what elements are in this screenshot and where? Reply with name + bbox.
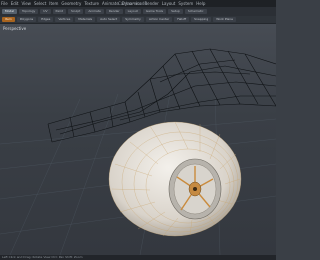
tool-auto-select-button[interactable]: Auto Select	[97, 17, 121, 22]
menu-item-system[interactable]: System	[178, 0, 193, 7]
tool-snapping-button[interactable]: Snapping	[191, 17, 212, 22]
tab-paint[interactable]: Paint	[52, 9, 66, 14]
3d-viewport[interactable]: Perspective	[0, 24, 276, 255]
tool-action-center-button[interactable]: Action Center	[145, 17, 173, 22]
tool-button-label: Materials	[78, 17, 93, 21]
tab-model[interactable]: Model	[2, 9, 18, 14]
menu-item-item[interactable]: Item	[49, 0, 58, 7]
wheel[interactable]	[108, 121, 242, 237]
tab-uv[interactable]: UV	[40, 9, 51, 14]
menu-item-select[interactable]: Select	[34, 0, 46, 7]
window-title: Car.lxo - modo	[118, 1, 147, 6]
menu-item-texture[interactable]: Texture	[84, 0, 99, 7]
tool-edges-button[interactable]: Edges	[38, 17, 54, 22]
status-bar: Left Click and Drag: Rotate View Ctrl: P…	[0, 255, 276, 260]
tab-topology[interactable]: Topology	[19, 9, 39, 14]
tool-bar: Item Polygons Edges Vertices Materials Auto S…	[0, 16, 276, 24]
tab-game-tools[interactable]: Game Tools	[142, 9, 167, 14]
tab-render[interactable]: Render	[105, 9, 123, 14]
menu-item-file[interactable]: File	[1, 0, 8, 7]
menu-item-help[interactable]: Help	[196, 0, 205, 7]
tool-item-button[interactable]: Item	[2, 17, 15, 22]
tool-falloff-button[interactable]: Falloff	[174, 17, 190, 22]
tool-materials-button[interactable]: Materials	[75, 17, 96, 22]
menu-item-edit[interactable]: Edit	[11, 0, 19, 7]
tool-symmetry-button[interactable]: Symmetry	[122, 17, 144, 22]
tool-polygons-button[interactable]: Polygons	[16, 17, 37, 22]
tool-vertices-button[interactable]: Vertices	[55, 17, 74, 22]
scene-canvas[interactable]	[0, 24, 276, 255]
menu-item-geometry[interactable]: Geometry	[61, 0, 81, 7]
menu-item-animate[interactable]: Animate	[102, 0, 119, 7]
tool-button-label: Item	[5, 17, 12, 21]
layout-tabs: Model Topology UV Paint Sculpt Animate Render L…	[0, 7, 276, 16]
tool-button-label: Falloff	[177, 17, 187, 21]
tool-button-label: Auto Select	[100, 17, 118, 21]
tab-schematic[interactable]: Schematic	[184, 9, 207, 14]
menu-bar: File Edit View Select Item Geometry Texture Ani…	[0, 0, 276, 7]
tool-button-label: Work Plane	[216, 17, 233, 21]
tool-work-plane-button[interactable]: Work Plane	[213, 17, 236, 22]
tool-button-label: Edges	[41, 17, 51, 21]
menu-item-view[interactable]: View	[21, 0, 31, 7]
tool-button-label: Action Center	[148, 17, 170, 21]
tool-button-label: Vertices	[58, 17, 71, 21]
tab-layout[interactable]: Layout	[124, 9, 141, 14]
menu-item-layout[interactable]: Layout	[162, 0, 176, 7]
tab-sculpt[interactable]: Sculpt	[67, 9, 84, 14]
tool-button-label: Symmetry	[125, 17, 141, 21]
viewport-label: Perspective	[3, 26, 27, 31]
tab-setup[interactable]: Setup	[168, 9, 183, 14]
tool-button-label: Polygons	[19, 17, 34, 21]
tab-animate[interactable]: Animate	[85, 9, 104, 14]
tool-button-label: Snapping	[194, 17, 209, 21]
